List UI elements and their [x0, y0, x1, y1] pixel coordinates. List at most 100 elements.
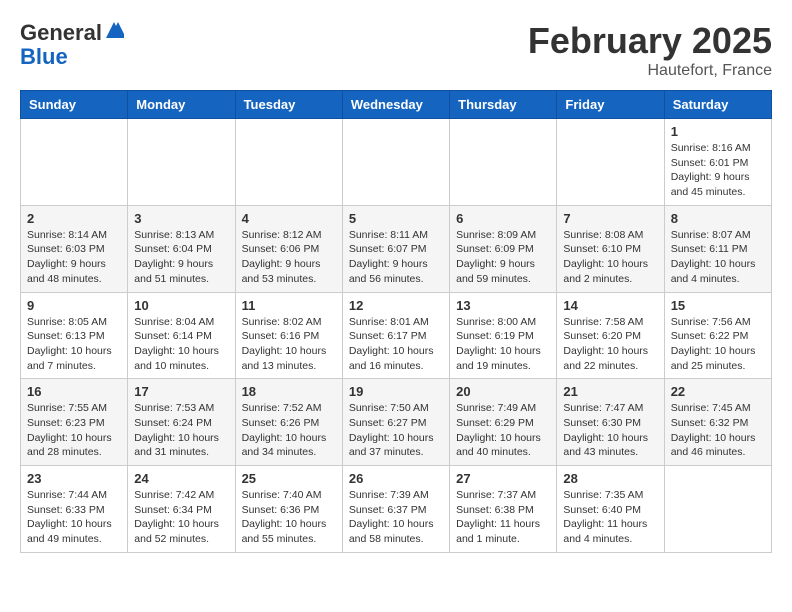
calendar-header-row: SundayMondayTuesdayWednesdayThursdayFrid…: [21, 91, 772, 119]
logo-icon: [104, 20, 124, 40]
calendar-day-header: Saturday: [664, 91, 771, 119]
day-number: 1: [671, 124, 765, 139]
day-info: Sunrise: 8:08 AM Sunset: 6:10 PM Dayligh…: [563, 228, 657, 287]
calendar-day-header: Tuesday: [235, 91, 342, 119]
day-info: Sunrise: 8:12 AM Sunset: 6:06 PM Dayligh…: [242, 228, 336, 287]
day-info: Sunrise: 8:11 AM Sunset: 6:07 PM Dayligh…: [349, 228, 443, 287]
day-info: Sunrise: 7:53 AM Sunset: 6:24 PM Dayligh…: [134, 401, 228, 460]
calendar-cell: 16Sunrise: 7:55 AM Sunset: 6:23 PM Dayli…: [21, 379, 128, 466]
day-number: 5: [349, 211, 443, 226]
calendar-week-row: 9 Sunrise: 8:05 AM Sunset: 6:13 PM Daylig…: [21, 292, 772, 379]
day-number: 23: [27, 471, 121, 486]
calendar-cell: 18Sunrise: 7:52 AM Sunset: 6:26 PM Dayli…: [235, 379, 342, 466]
day-number: 25: [242, 471, 336, 486]
calendar-cell: [128, 119, 235, 206]
calendar-cell: 24 Sunrise: 7:42 AM Sunset: 6:34 PM Dayli…: [128, 466, 235, 553]
day-info: Sunrise: 8:04 AM Sunset: 6:14 PM Dayligh…: [134, 315, 228, 374]
day-info: Sunrise: 8:00 AM Sunset: 6:19 PM Dayligh…: [456, 315, 550, 374]
calendar-day-header: Monday: [128, 91, 235, 119]
day-info: Sunrise: 7:56 AM Sunset: 6:22 PM Dayligh…: [671, 315, 765, 374]
title-block: February 2025 Hautefort, France: [528, 20, 772, 80]
day-info: Sunrise: 8:16 AM Sunset: 6:01 PM Dayligh…: [671, 141, 765, 200]
day-number: 24: [134, 471, 228, 486]
calendar-cell: 14 Sunrise: 7:58 AM Sunset: 6:20 PM Dayli…: [557, 292, 664, 379]
calendar-cell: 4 Sunrise: 8:12 AM Sunset: 6:06 PM Daylig…: [235, 205, 342, 292]
calendar-cell: 25 Sunrise: 7:40 AM Sunset: 6:36 PM Dayli…: [235, 466, 342, 553]
calendar-cell: 28 Sunrise: 7:35 AM Sunset: 6:40 PM Dayli…: [557, 466, 664, 553]
day-info: Sunrise: 7:55 AM Sunset: 6:23 PM Dayligh…: [27, 401, 121, 460]
calendar-cell: 1 Sunrise: 8:16 AM Sunset: 6:01 PM Daylig…: [664, 119, 771, 206]
location: Hautefort, France: [528, 62, 772, 80]
day-number: 8: [671, 211, 765, 226]
calendar-day-header: Friday: [557, 91, 664, 119]
day-info: Sunrise: 8:05 AM Sunset: 6:13 PM Dayligh…: [27, 315, 121, 374]
calendar-cell: [450, 119, 557, 206]
day-number: 19: [349, 384, 443, 399]
calendar-cell: [664, 466, 771, 553]
calendar-cell: 19 Sunrise: 7:50 AM Sunset: 6:27 PM Dayli…: [342, 379, 449, 466]
day-info: Sunrise: 7:49 AM Sunset: 6:29 PM Dayligh…: [456, 401, 550, 460]
day-info: Sunrise: 8:01 AM Sunset: 6:17 PM Dayligh…: [349, 315, 443, 374]
day-number: 27: [456, 471, 550, 486]
day-number: 28: [563, 471, 657, 486]
day-info: Sunrise: 8:09 AM Sunset: 6:09 PM Dayligh…: [456, 228, 550, 287]
calendar-cell: 27 Sunrise: 7:37 AM Sunset: 6:38 PM Dayli…: [450, 466, 557, 553]
logo-general-text: General: [20, 20, 102, 45]
day-info: Sunrise: 7:40 AM Sunset: 6:36 PM Dayligh…: [242, 488, 336, 547]
page-header: General Blue February 2025 Hautefort, Fr…: [20, 20, 772, 80]
calendar-cell: 7 Sunrise: 8:08 AM Sunset: 6:10 PM Daylig…: [557, 205, 664, 292]
day-info: Sunrise: 8:13 AM Sunset: 6:04 PM Dayligh…: [134, 228, 228, 287]
logo-blue-text: Blue: [20, 44, 68, 69]
day-number: 7: [563, 211, 657, 226]
day-number: 11: [242, 298, 336, 313]
calendar-cell: 11 Sunrise: 8:02 AM Sunset: 6:16 PM Dayli…: [235, 292, 342, 379]
calendar-cell: 6 Sunrise: 8:09 AM Sunset: 6:09 PM Daylig…: [450, 205, 557, 292]
day-number: 9: [27, 298, 121, 313]
calendar-cell: [557, 119, 664, 206]
day-number: 4: [242, 211, 336, 226]
day-info: Sunrise: 7:52 AM Sunset: 6:26 PM Dayligh…: [242, 401, 336, 460]
day-number: 10: [134, 298, 228, 313]
day-number: 6: [456, 211, 550, 226]
calendar-week-row: 23 Sunrise: 7:44 AM Sunset: 6:33 PM Dayli…: [21, 466, 772, 553]
day-info: Sunrise: 7:39 AM Sunset: 6:37 PM Dayligh…: [349, 488, 443, 547]
calendar-cell: 15Sunrise: 7:56 AM Sunset: 6:22 PM Dayli…: [664, 292, 771, 379]
calendar-week-row: 1 Sunrise: 8:16 AM Sunset: 6:01 PM Daylig…: [21, 119, 772, 206]
calendar-cell: 2 Sunrise: 8:14 AM Sunset: 6:03 PM Daylig…: [21, 205, 128, 292]
day-info: Sunrise: 7:44 AM Sunset: 6:33 PM Dayligh…: [27, 488, 121, 547]
calendar-cell: 26 Sunrise: 7:39 AM Sunset: 6:37 PM Dayli…: [342, 466, 449, 553]
calendar-cell: 9 Sunrise: 8:05 AM Sunset: 6:13 PM Daylig…: [21, 292, 128, 379]
calendar-cell: 8Sunrise: 8:07 AM Sunset: 6:11 PM Daylig…: [664, 205, 771, 292]
calendar-cell: 17 Sunrise: 7:53 AM Sunset: 6:24 PM Dayli…: [128, 379, 235, 466]
day-info: Sunrise: 7:35 AM Sunset: 6:40 PM Dayligh…: [563, 488, 657, 547]
calendar-week-row: 2 Sunrise: 8:14 AM Sunset: 6:03 PM Daylig…: [21, 205, 772, 292]
day-info: Sunrise: 7:47 AM Sunset: 6:30 PM Dayligh…: [563, 401, 657, 460]
day-info: Sunrise: 8:14 AM Sunset: 6:03 PM Dayligh…: [27, 228, 121, 287]
day-info: Sunrise: 7:58 AM Sunset: 6:20 PM Dayligh…: [563, 315, 657, 374]
month-title: February 2025: [528, 20, 772, 62]
day-info: Sunrise: 7:45 AM Sunset: 6:32 PM Dayligh…: [671, 401, 765, 460]
day-info: Sunrise: 8:02 AM Sunset: 6:16 PM Dayligh…: [242, 315, 336, 374]
calendar-day-header: Sunday: [21, 91, 128, 119]
day-number: 20: [456, 384, 550, 399]
day-number: 12: [349, 298, 443, 313]
calendar-cell: 12 Sunrise: 8:01 AM Sunset: 6:17 PM Dayli…: [342, 292, 449, 379]
calendar-cell: [21, 119, 128, 206]
day-number: 14: [563, 298, 657, 313]
calendar-cell: 3Sunrise: 8:13 AM Sunset: 6:04 PM Daylig…: [128, 205, 235, 292]
day-number: 2: [27, 211, 121, 226]
day-info: Sunrise: 7:37 AM Sunset: 6:38 PM Dayligh…: [456, 488, 550, 547]
logo: General Blue: [20, 20, 124, 69]
calendar-cell: 23 Sunrise: 7:44 AM Sunset: 6:33 PM Dayli…: [21, 466, 128, 553]
day-number: 21: [563, 384, 657, 399]
day-number: 17: [134, 384, 228, 399]
calendar-day-header: Wednesday: [342, 91, 449, 119]
day-number: 22: [671, 384, 765, 399]
day-info: Sunrise: 7:42 AM Sunset: 6:34 PM Dayligh…: [134, 488, 228, 547]
day-number: 26: [349, 471, 443, 486]
calendar-cell: [235, 119, 342, 206]
calendar-cell: 22 Sunrise: 7:45 AM Sunset: 6:32 PM Dayli…: [664, 379, 771, 466]
day-info: Sunrise: 7:50 AM Sunset: 6:27 PM Dayligh…: [349, 401, 443, 460]
calendar-cell: [342, 119, 449, 206]
calendar-cell: 5 Sunrise: 8:11 AM Sunset: 6:07 PM Daylig…: [342, 205, 449, 292]
